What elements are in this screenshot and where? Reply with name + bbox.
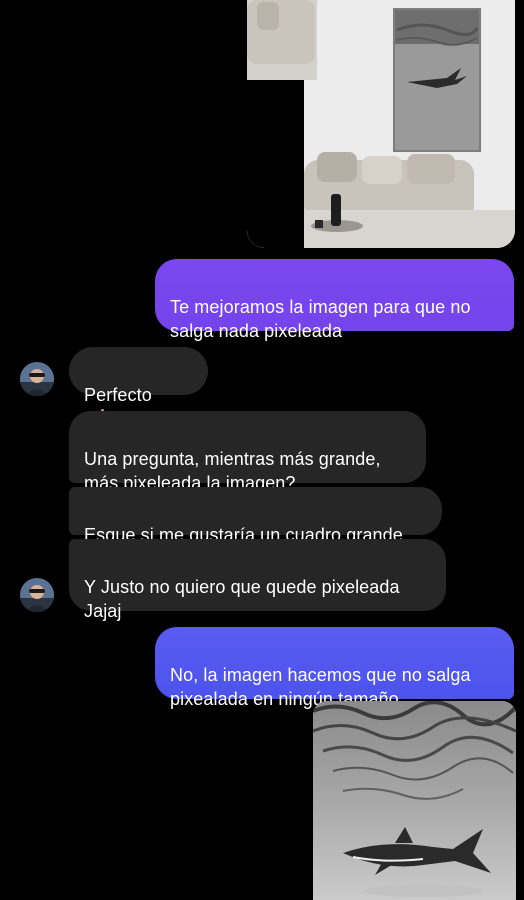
contact-avatar[interactable] (20, 362, 54, 396)
shark-photo-image (313, 701, 516, 900)
chat-thread: Te mejoramos la imagen para que no salga… (0, 0, 524, 900)
incoming-message[interactable]: Perfecto (69, 347, 208, 428)
outgoing-message[interactable]: Te mejoramos la imagen para que no salga… (155, 259, 514, 341)
avatar-icon (20, 362, 54, 396)
message-text: Y Justo no quiero que quede pixeleada Ja… (84, 577, 400, 621)
incoming-message[interactable]: Una pregunta, mientras más grande, más p… (69, 411, 426, 493)
message-text: Perfecto (84, 385, 152, 405)
outgoing-message[interactable]: No, la imagen hacemos que no salga pixea… (155, 627, 514, 709)
incoming-message[interactable]: Y Justo no quiero que quede pixeleada Ja… (69, 539, 446, 621)
avatar-icon (20, 578, 54, 612)
contact-avatar[interactable] (20, 578, 54, 612)
message-text: Te mejoramos la imagen para que no salga… (170, 297, 471, 341)
shared-image-shark[interactable] (313, 701, 516, 900)
incoming-message[interactable]: Esque si me gustaría un cuadro grande (69, 487, 442, 545)
shared-image-living-room[interactable] (247, 0, 515, 248)
living-room-mockup-image (247, 0, 515, 248)
